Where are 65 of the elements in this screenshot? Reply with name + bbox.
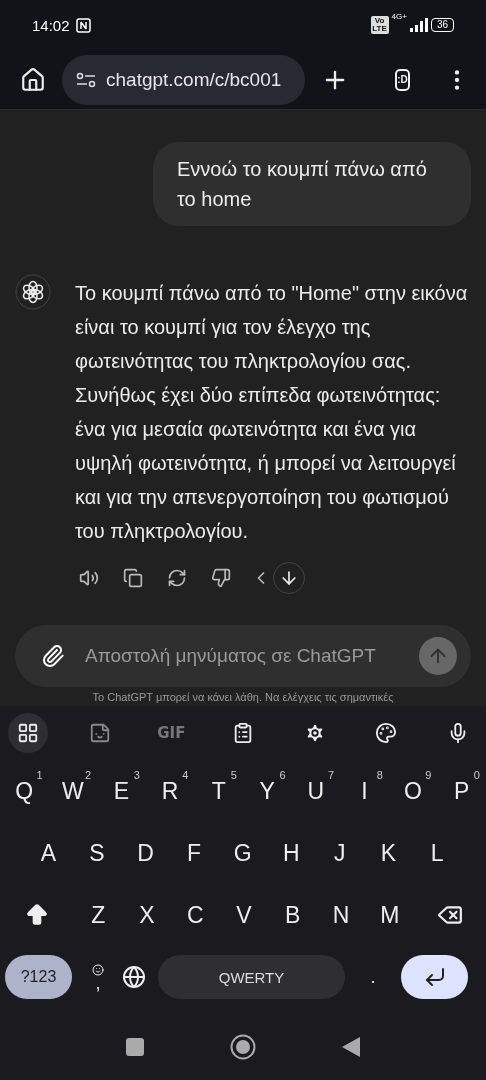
letter-key[interactable]: U 7 [291,765,341,817]
key-hint: 2 [85,769,92,781]
assistant-message: Το κουμπί πάνω από το "Home" στην εικόνα είναι το κουμπί για τον έλεγχο της φωτεινότητας του πληκτρολογίου σας. Συνήθως έχει δύο επίπεδα φωτεινότητας: ένα για μεσαία φωτεινότητα και ένα για υψηλή φωτεινότητα, ή μπορεί να λειτουργεί και για την απενεργοποίηση του φωτισμού του πληκτρολογίου. [75,281,469,544]
disclaimer-text: Το ChatGPT μπορεί να κάνει λάθη. Να ελέγχεις τις σημαντικές [91,690,395,705]
letter-key[interactable]: Q 1 [0,765,49,817]
back-icon[interactable] [342,1037,360,1057]
assistant-logo-icon [15,274,51,310]
user-message: Εννοώ το κουμπί πάνω από το home [153,142,471,226]
letter-key[interactable]: N [316,889,366,941]
period-key[interactable]: . [353,955,393,999]
gif-button[interactable]: GIF [151,723,192,743]
letter-key[interactable]: W 2 [48,765,98,817]
letter-key[interactable]: X [122,889,172,941]
letter-key[interactable]: D [121,827,170,879]
letter-key[interactable]: M [365,889,414,941]
symbols-key[interactable]: ?123 [5,955,72,999]
letter-key[interactable]: R 4 [145,765,195,817]
clock: 14:02 [32,16,70,34]
key-hint: 5 [230,769,237,781]
enter-key[interactable] [401,955,468,999]
address-bar[interactable]: chatgpt.com/c/bc001 [62,54,305,105]
signal-icon [409,18,428,32]
letter-key[interactable]: L [412,827,462,879]
url-text: chatgpt.com/c/bc001 [106,68,282,91]
letter-key[interactable]: B [268,889,317,941]
letter-key[interactable]: G [218,827,267,879]
site-settings-icon [76,71,96,88]
shift-arrow-icon [24,902,50,928]
network-type: 4G+ [391,12,407,21]
letter-key[interactable]: C [171,889,220,941]
comma-key[interactable]: , [78,952,118,1002]
letter-key[interactable]: V [219,889,269,941]
letter-key[interactable]: J [315,827,365,879]
letter-key[interactable]: Z [73,889,123,941]
key-hint: 8 [376,769,383,781]
letter-key[interactable]: I 8 [340,765,389,817]
key-hint: 6 [279,769,286,781]
letter-key[interactable]: F [169,827,219,879]
tab-switcher-button[interactable]: :D [395,68,410,91]
key-hint: 0 [473,769,480,781]
letter-key[interactable]: Y 6 [242,765,292,817]
key-hint: 4 [182,769,189,781]
key-hint: 7 [328,769,335,781]
key-hint: 3 [133,769,140,781]
letter-key[interactable]: T 5 [194,765,243,817]
space-key[interactable]: QWERTY [158,955,345,999]
letter-key[interactable]: O 9 [388,765,438,817]
letter-key[interactable]: K [364,827,413,879]
volte-indicator: Vo LTE [370,16,389,34]
battery-level: 36 [430,18,454,32]
scroll-down-button[interactable] [273,562,305,594]
letter-key[interactable]: H [266,827,316,879]
key-hint: 1 [36,769,43,781]
smiley-icon [92,964,104,976]
message-input[interactable]: Αποστολή μηνύματος σε ChatGPT [83,644,405,668]
send-button[interactable] [419,637,457,675]
letter-key[interactable]: A [24,827,73,879]
letter-key[interactable]: E 3 [97,765,146,817]
home-nav-icon[interactable] [230,1034,256,1060]
letter-key[interactable]: S [72,827,122,879]
apps-grid-icon[interactable] [8,713,48,753]
message-composer[interactable]: Αποστολή μηνύματος σε ChatGPT [15,625,471,687]
key-hint: 9 [425,769,432,781]
letter-key[interactable]: P 0 [437,765,486,817]
nfc-icon [75,17,91,33]
